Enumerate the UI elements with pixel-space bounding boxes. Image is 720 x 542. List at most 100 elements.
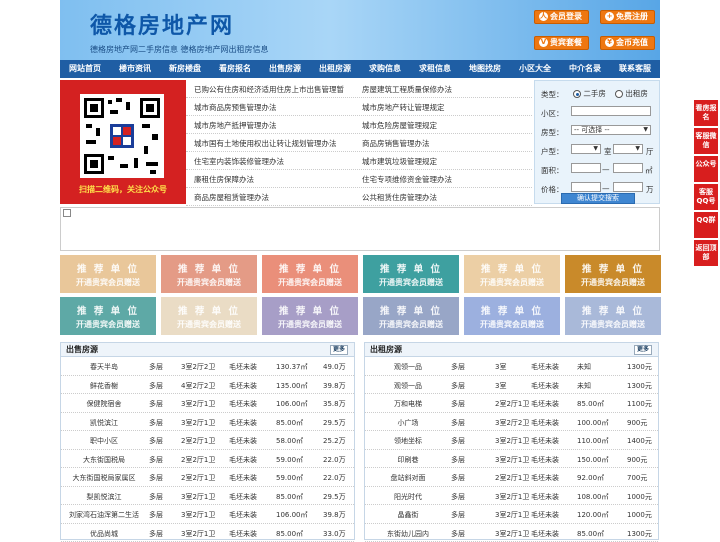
table-cell: 毛坯未装 xyxy=(229,436,257,446)
policy-link[interactable]: 已购公有住房和经济适用住房上市出售管理暂 xyxy=(194,84,344,95)
search-submit-button[interactable]: 确认提交搜索 xyxy=(561,193,635,204)
recommend-slot[interactable]: 推 荐 单 位开通贵宾会员赠送 xyxy=(565,255,661,293)
table-row[interactable]: 领地坐标多层3室2厅1卫毛坯未装110.00㎡1400元 xyxy=(365,431,658,450)
policy-link[interactable]: 住宅室内装饰装修管理办法 xyxy=(194,156,284,167)
policy-link[interactable]: 城市国有土地使用权出让转让规划管理办法 xyxy=(194,138,337,149)
qq-group-icon[interactable]: QQ群 xyxy=(694,212,718,238)
table-row[interactable]: 鲜花香榭多层4室2厅2卫毛坯未装135.00㎡39.8万 xyxy=(61,376,354,395)
register-button[interactable]: +免费注册 xyxy=(600,10,655,24)
policy-link[interactable]: 城市房地产抵押管理办法 xyxy=(194,120,277,131)
wechat-icon[interactable]: 客服微信 xyxy=(694,128,718,154)
recommend-slot[interactable]: 推 荐 单 位开通贵宾会员赠送 xyxy=(565,297,661,335)
table-row[interactable]: 万和电梯多层2室2厅1卫毛坯未装85.00㎡1100元 xyxy=(365,394,658,413)
recommend-slot[interactable]: 推 荐 单 位开通贵宾会员赠送 xyxy=(60,255,156,293)
site-logo[interactable]: 德格房地产网 xyxy=(90,8,234,40)
recommend-title: 推 荐 单 位 xyxy=(161,303,257,317)
nav-item[interactable]: 看房报名 xyxy=(210,60,260,78)
table-row[interactable]: 小广场多层3室2厅2卫毛坯未装100.00㎡900元 xyxy=(365,413,658,432)
signup-icon[interactable]: 看房报名 xyxy=(694,100,718,126)
table-row[interactable]: 优品尚城多层3室2厅1卫毛坯未装85.00㎡33.0万 xyxy=(61,524,354,542)
table-row[interactable]: 大东街国税局多层2室2厅1卫毛坯未装59.00㎡22.0万 xyxy=(61,450,354,469)
recommend-slot[interactable]: 推 荐 单 位开通贵宾会员赠送 xyxy=(161,255,257,293)
table-row[interactable]: 刘家湾石油浑第二生活多层3室2厅1卫毛坯未装106.00㎡39.8万 xyxy=(61,505,354,524)
policy-link[interactable]: 城市建筑垃圾管理规定 xyxy=(362,156,437,167)
vip-package-button[interactable]: V贵宾套餐 xyxy=(534,36,589,50)
table-row[interactable]: 盘站斜对面多层2室2厅1卫毛坯未装92.00㎡700元 xyxy=(365,468,658,487)
community-input[interactable] xyxy=(571,106,651,116)
table-row[interactable]: 阳光时代多层3室2厅1卫毛坯未装108.00㎡1000元 xyxy=(365,487,658,506)
nav-item[interactable]: 地图找房 xyxy=(460,60,510,78)
coin-recharge-button[interactable]: ¥金币充值 xyxy=(600,36,655,50)
ad-banner[interactable] xyxy=(60,207,660,251)
type-radio-rental[interactable]: 出租房 xyxy=(615,88,648,99)
nav-item[interactable]: 中介名录 xyxy=(560,60,610,78)
recommend-slot[interactable]: 推 荐 单 位开通贵宾会员赠送 xyxy=(363,255,459,293)
table-row[interactable]: 东街幼儿园内多层3室2厅1卫毛坯未装85.00㎡1300元 xyxy=(365,524,658,542)
sale-listing-panel: 出售房源更多 春天半岛多层3室2厅2卫毛坯未装130.37㎡49.0万鲜花香榭多… xyxy=(60,342,355,540)
official-account-icon[interactable]: 公众号 xyxy=(694,156,718,182)
recommend-slot[interactable]: 推 荐 单 位开通贵宾会员赠送 xyxy=(161,297,257,335)
recommend-slot[interactable]: 推 荐 单 位开通贵宾会员赠送 xyxy=(60,297,156,335)
nav-item[interactable]: 出售房源 xyxy=(260,60,310,78)
recommend-slot[interactable]: 推 荐 单 位开通贵宾会员赠送 xyxy=(363,297,459,335)
hall-unit: 厅 xyxy=(646,146,654,157)
nav-item[interactable]: 楼市资讯 xyxy=(110,60,160,78)
table-row[interactable]: 梨凯悦滨江多层3室2厅1卫毛坯未装85.00㎡29.5万 xyxy=(61,487,354,506)
policy-link[interactable]: 公共租赁住房管理办法 xyxy=(362,192,437,203)
nav-item[interactable]: 新房楼盘 xyxy=(160,60,210,78)
table-row[interactable]: 保健院宿舍多层3室2厅1卫毛坯未装106.00㎡35.8万 xyxy=(61,394,354,413)
table-cell: 春天半岛 xyxy=(61,362,147,372)
nav-item[interactable]: 联系客服 xyxy=(610,60,660,78)
policy-link[interactable]: 住宅专项维修资金管理办法 xyxy=(362,174,452,185)
nav-item[interactable]: 小区大全 xyxy=(510,60,560,78)
table-cell: 多层 xyxy=(149,529,163,539)
table-row[interactable]: 春天半岛多层3室2厅2卫毛坯未装130.37㎡49.0万 xyxy=(61,357,354,376)
price-max-input[interactable] xyxy=(613,182,643,192)
table-cell: 3室2厅1卫 xyxy=(181,529,215,539)
rent-table: 观领一品多层3室毛坯未装未知1300元观领一品多层3室毛坯未装未知1300元万和… xyxy=(365,357,658,542)
policy-link[interactable]: 廉租住房保障办法 xyxy=(194,174,254,185)
table-row[interactable]: 晶鑫街多层3室2厅1卫毛坯未装120.00㎡1000元 xyxy=(365,505,658,524)
table-row[interactable]: 职中小区多层2室2厅1卫毛坯未装58.00㎡25.2万 xyxy=(61,431,354,450)
table-cell: 3室2厅1卫 xyxy=(181,510,215,520)
policy-link[interactable]: 商品房屋租赁管理办法 xyxy=(194,192,269,203)
area-min-input[interactable] xyxy=(571,163,601,173)
recommend-slot[interactable]: 推 荐 单 位开通贵宾会员赠送 xyxy=(464,255,560,293)
policy-link[interactable]: 商品房销售管理办法 xyxy=(362,138,430,149)
policy-link[interactable]: 城市危险房屋管理规定 xyxy=(362,120,437,131)
room-select[interactable]: ▼ xyxy=(571,144,601,154)
sale-more-button[interactable]: 更多 xyxy=(330,345,348,355)
qr-code-image xyxy=(80,94,164,178)
nav-item[interactable]: 求租信息 xyxy=(410,60,460,78)
nav-item[interactable]: 网站首页 xyxy=(60,60,110,78)
recommend-slot[interactable]: 推 荐 单 位开通贵宾会员赠送 xyxy=(262,255,358,293)
table-cell: 多层 xyxy=(451,529,465,539)
table-row[interactable]: 观领一品多层3室毛坯未装未知1300元 xyxy=(365,376,658,395)
nav-item[interactable]: 求购信息 xyxy=(360,60,410,78)
rent-more-button[interactable]: 更多 xyxy=(634,345,652,355)
table-cell: 3室2厅1卫 xyxy=(495,455,529,465)
table-cell: 盘站斜对面 xyxy=(365,473,451,483)
site-header: 德格房地产网 德格房地产网二手房信息 德格房地产网出租房信息 人会员登录 +免费… xyxy=(60,0,660,60)
table-row[interactable]: 凯悦滨江多层3室2厅1卫毛坯未装85.00㎡29.5万 xyxy=(61,413,354,432)
table-cell: 多层 xyxy=(149,399,163,409)
price-min-input[interactable] xyxy=(571,182,601,192)
policy-link[interactable]: 房屋建筑工程质量保修办法 xyxy=(362,84,452,95)
login-button[interactable]: 人会员登录 xyxy=(534,10,589,24)
policy-link[interactable]: 城市房地产转让管理规定 xyxy=(362,102,445,113)
area-label: 面积： xyxy=(541,165,564,176)
policy-link[interactable]: 城市商品房预售管理办法 xyxy=(194,102,277,113)
type-radio-secondhand[interactable]: 二手房 xyxy=(573,88,606,99)
nav-item[interactable]: 出租房源 xyxy=(310,60,360,78)
recommend-subtitle: 开通贵宾会员赠送 xyxy=(262,277,358,288)
table-row[interactable]: 印刷巷多层3室2厅1卫毛坯未装150.00㎡900元 xyxy=(365,450,658,469)
area-max-input[interactable] xyxy=(613,163,643,173)
table-row[interactable]: 观领一品多层3室毛坯未装未知1300元 xyxy=(365,357,658,376)
usage-select[interactable]: -- 可选择 --▼ xyxy=(571,125,651,135)
hall-select[interactable]: ▼ xyxy=(613,144,643,154)
recommend-slot[interactable]: 推 荐 单 位开通贵宾会员赠送 xyxy=(262,297,358,335)
recommend-slot[interactable]: 推 荐 单 位开通贵宾会员赠送 xyxy=(464,297,560,335)
table-row[interactable]: 大东街国税局家属区多层2室2厅1卫毛坯未装59.00㎡22.0万 xyxy=(61,468,354,487)
qq-icon[interactable]: 客服QQ号 xyxy=(694,184,718,210)
back-to-top-icon[interactable]: 返回顶部 xyxy=(694,240,718,266)
